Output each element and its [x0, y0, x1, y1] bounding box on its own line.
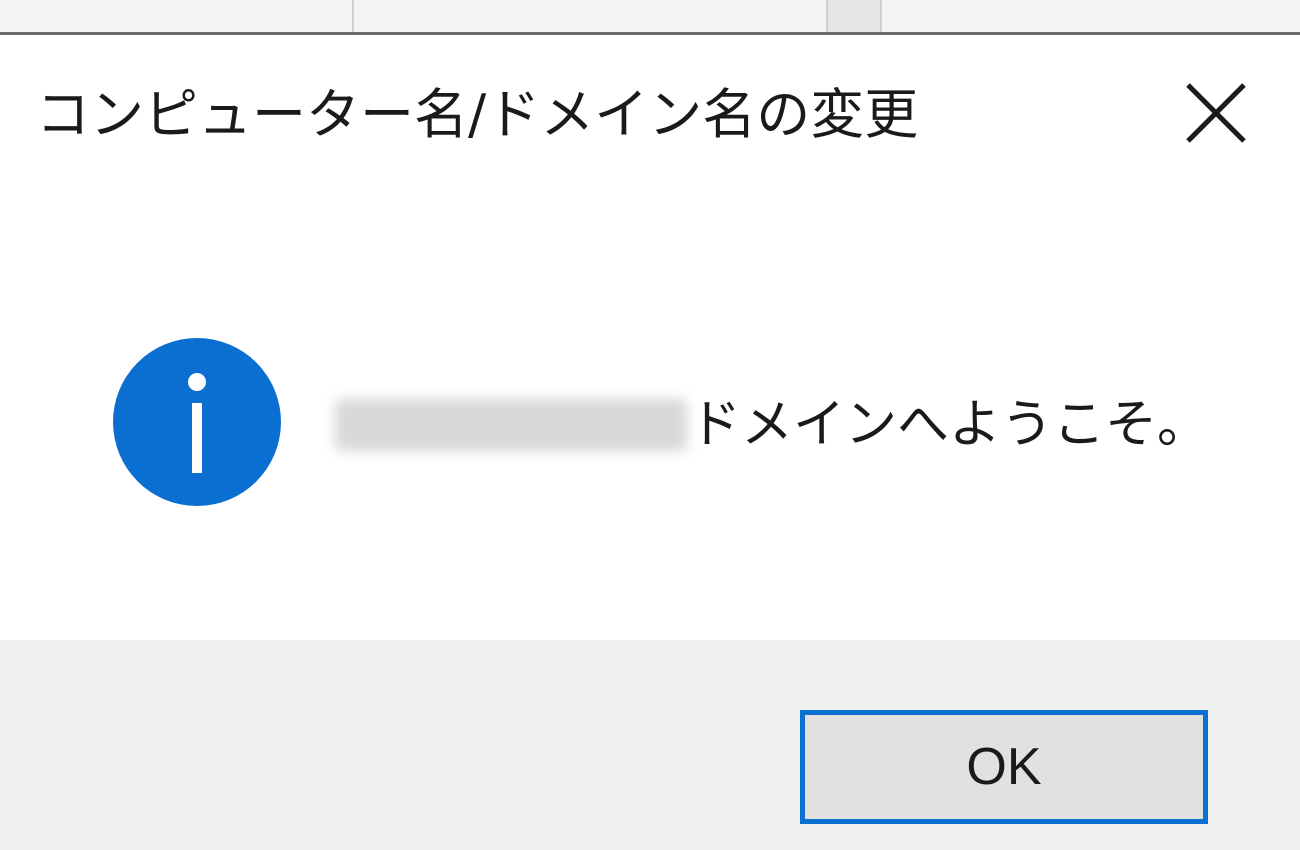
background-window-strip	[0, 0, 1300, 35]
dialog-titlebar: コンピューター名/ドメイン名の変更	[0, 35, 1300, 185]
dialog-message: ドメインへようこそ。	[335, 385, 1209, 465]
message-text: ドメインへようこそ。	[689, 395, 1210, 455]
background-divider	[352, 0, 354, 32]
ok-button-label: OK	[966, 738, 1042, 796]
close-icon	[1186, 83, 1246, 143]
ok-button[interactable]: OK	[800, 710, 1208, 824]
dialog-title: コンピューター名/ドメイン名の変更	[36, 83, 919, 146]
info-icon	[112, 337, 282, 507]
redacted-domain-name	[335, 399, 687, 451]
message-dialog: コンピューター名/ドメイン名の変更 ドメインへようこそ。 OK	[0, 35, 1300, 850]
dialog-footer: OK	[0, 640, 1300, 850]
dialog-content: ドメインへようこそ。	[0, 185, 1300, 640]
close-button[interactable]	[1170, 75, 1260, 155]
background-divider	[826, 0, 882, 32]
screen: コンピューター名/ドメイン名の変更 ドメインへようこそ。 OK	[0, 0, 1300, 850]
